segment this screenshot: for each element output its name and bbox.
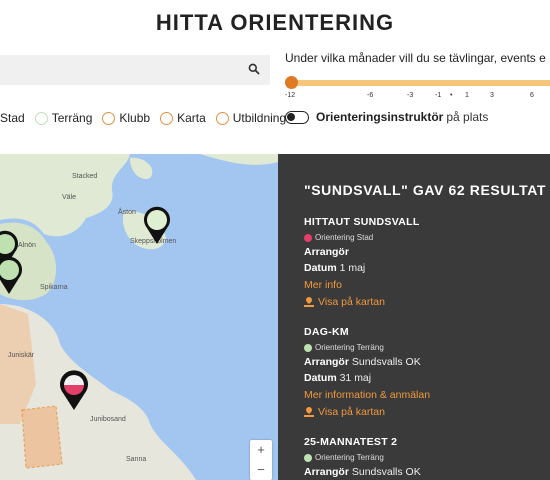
event-date: Datum 31 maj <box>304 372 430 384</box>
filter-karta[interactable]: Karta <box>160 111 206 125</box>
filter-utbildning[interactable]: Utbildning <box>215 111 287 125</box>
map-place-label: Väle <box>62 194 77 201</box>
filter-karta-label: Karta <box>177 111 206 125</box>
event-type-label: Orientering Terräng <box>315 343 384 352</box>
search-icon[interactable] <box>248 63 260 75</box>
zoom-control: + − <box>250 440 272 480</box>
instructor-toggle-row: Orienteringsinstruktör på plats <box>285 110 488 124</box>
checkbox-circle-icon <box>215 111 229 125</box>
arranger-label: Arrangör <box>304 466 349 478</box>
checkbox-circle-icon <box>34 111 48 125</box>
more-info-link[interactable]: Mer information & anmälan <box>304 389 430 401</box>
filter-klubb-label: Klubb <box>119 111 151 125</box>
map-place-label: Åston <box>118 209 136 216</box>
show-on-map-link[interactable]: Visa på kartan <box>304 296 420 308</box>
map-pin-terrang-icon[interactable] <box>0 256 24 296</box>
map-place-label: Junibosand <box>90 416 126 423</box>
filter-terrang-label: Terräng <box>51 111 93 125</box>
page-title: HITTA ORIENTERING <box>155 10 395 35</box>
result-item: 25-MANNATEST 2 Orientering Terräng Arran… <box>304 436 421 478</box>
map-place-label: Sanna <box>126 456 147 463</box>
date-value: 1 maj <box>339 262 366 274</box>
more-info-link[interactable]: Mer info <box>304 279 420 291</box>
map[interactable]: Stacked Väle Åston Skeppsholmen Alnön Sp… <box>0 154 278 480</box>
map-place-label: Spikarna <box>40 284 68 291</box>
filter-klubb[interactable]: Klubb <box>102 111 150 125</box>
event-name: 25-MANNATEST 2 <box>304 436 398 448</box>
map-canvas <box>0 154 278 480</box>
map-marker-icon <box>304 297 314 307</box>
event-arranger: Arrangör <box>304 246 420 258</box>
category-dot-icon <box>304 233 312 242</box>
map-place-label: Juniskär <box>8 352 35 359</box>
map-pin-terrang-icon[interactable] <box>142 206 172 246</box>
filter-stad[interactable]: Stad <box>0 111 25 125</box>
tick-label: 1 <box>465 92 469 99</box>
event-type: Orientering Terräng <box>304 343 430 352</box>
event-date: Datum 1 maj <box>304 262 420 274</box>
category-dot-icon <box>304 343 312 352</box>
arranger-value: Sundsvalls OK <box>351 356 421 368</box>
result-item: HITTAUT SUNDSVALL Orientering Stad Arran… <box>304 216 420 308</box>
filter-terrang[interactable]: Terräng <box>34 111 93 125</box>
zoom-in-button[interactable]: + <box>250 440 272 460</box>
instructor-toggle-label: Orienteringsinstruktör <box>316 110 444 124</box>
results-title: "SUNDSVALL" GAV 62 RESULTAT <box>304 182 547 198</box>
zoom-out-button[interactable]: − <box>250 460 272 480</box>
event-type-label: Orientering Stad <box>315 233 374 242</box>
month-slider[interactable] <box>285 76 550 90</box>
checkbox-circle-icon <box>102 111 116 125</box>
show-on-map-label: Visa på kartan <box>318 296 385 308</box>
search-input[interactable] <box>0 55 270 85</box>
category-dot-icon <box>304 453 312 462</box>
arranger-label: Arrangör <box>304 246 349 258</box>
tick-label: -3 <box>407 92 414 99</box>
slider-handle[interactable] <box>285 76 298 89</box>
tick-label: -6 <box>367 92 374 99</box>
map-place-label: Stacked <box>72 173 98 180</box>
date-label: Datum <box>304 372 337 384</box>
map-place-label: Alnön <box>18 242 36 249</box>
results-panel: "SUNDSVALL" GAV 62 RESULTAT HITTAUT SUND… <box>278 154 550 480</box>
checkbox-circle-icon <box>160 111 174 125</box>
month-question: Under vilka månader vill du se tävlingar… <box>285 51 546 65</box>
tick-label: • <box>450 92 453 99</box>
slider-track[interactable] <box>289 80 550 86</box>
arranger-label: Arrangör <box>304 356 349 368</box>
date-value: 31 maj <box>339 372 372 384</box>
tick-label: 6 <box>530 92 534 99</box>
filter-stad-label: Stad <box>0 111 25 125</box>
event-type: Orientering Terräng <box>304 453 421 462</box>
tick-label: -12 <box>285 92 296 99</box>
show-on-map-label: Visa på kartan <box>318 406 385 418</box>
slider-ticks: -12 -6 -3 -1 • 1 3 6 <box>285 92 550 102</box>
tick-label: -1 <box>435 92 442 99</box>
event-type-label: Orientering Terräng <box>315 453 384 462</box>
event-name: HITTAUT SUNDSVALL <box>304 216 420 228</box>
instructor-toggle-suffix: på plats <box>446 110 489 124</box>
result-item: DAG-KM Orientering Terräng Arrangör Sund… <box>304 326 430 418</box>
event-arranger: Arrangör Sundsvalls OK <box>304 356 430 368</box>
toggle-knob <box>287 112 295 121</box>
show-on-map-link[interactable]: Visa på kartan <box>304 406 430 418</box>
event-type: Orientering Stad <box>304 233 420 242</box>
event-name: DAG-KM <box>304 326 349 338</box>
map-marker-icon <box>304 407 314 417</box>
event-arranger: Arrangör Sundsvalls OK <box>304 466 421 478</box>
arranger-value: Sundsvalls OK <box>351 466 421 478</box>
instructor-toggle[interactable] <box>285 110 309 124</box>
tick-label: 3 <box>490 92 494 99</box>
map-pin-stad-icon[interactable] <box>58 370 90 412</box>
filter-utbildning-label: Utbildning <box>232 111 287 125</box>
category-filters: Stad Terräng Klubb Karta Utbildning <box>0 109 296 127</box>
date-label: Datum <box>304 262 337 274</box>
